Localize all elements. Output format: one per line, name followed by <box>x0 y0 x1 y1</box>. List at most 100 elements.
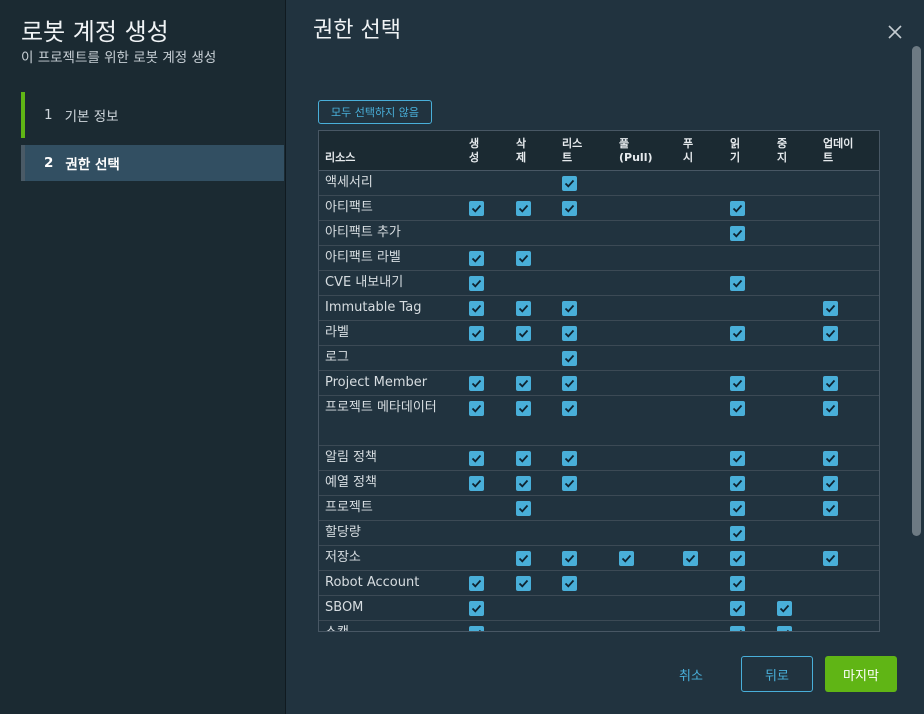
step-label: 기본 정보 <box>64 109 119 125</box>
permission-checkbox-delete[interactable] <box>516 201 531 216</box>
permission-checkbox-list[interactable] <box>562 201 577 216</box>
permission-checkbox-update[interactable] <box>823 301 838 316</box>
checkmark-icon <box>471 379 482 388</box>
permission-checkbox-create[interactable] <box>469 326 484 341</box>
permission-checkbox-delete[interactable] <box>516 326 531 341</box>
permissions-grid: 리소스 생 성 삭 제 리스 트 풀 (Pull) 푸 시 읽 기 중 지 업데이 트 액세서… <box>318 130 880 632</box>
permission-checkbox-list[interactable] <box>562 326 577 341</box>
cancel-button[interactable]: 취소 <box>660 656 722 692</box>
permission-checkbox-list[interactable] <box>562 451 577 466</box>
permission-checkbox-delete[interactable] <box>516 376 531 391</box>
deselect-all-button[interactable]: 모두 선택하지 않음 <box>318 100 432 124</box>
permission-checkbox-read[interactable] <box>730 276 745 291</box>
permission-checkbox-delete[interactable] <box>516 576 531 591</box>
table-row: 라벨 <box>319 321 879 346</box>
step-select-permissions[interactable]: 2 권한 선택 <box>21 145 284 181</box>
resource-name: 프로젝트 메타데이터 <box>325 400 437 415</box>
permission-checkbox-update[interactable] <box>823 376 838 391</box>
resource-name: Robot Account <box>325 575 420 590</box>
column-header-list: 리스 트 <box>562 137 583 164</box>
permission-checkbox-create[interactable] <box>469 601 484 616</box>
permission-checkbox-update[interactable] <box>823 326 838 341</box>
step-indicator <box>21 145 25 181</box>
permission-checkbox-delete[interactable] <box>516 301 531 316</box>
permission-checkbox-stop[interactable] <box>777 626 792 631</box>
permission-checkbox-delete[interactable] <box>516 401 531 416</box>
permission-checkbox-list[interactable] <box>562 176 577 191</box>
permission-checkbox-read[interactable] <box>730 626 745 631</box>
permission-checkbox-create[interactable] <box>469 451 484 466</box>
table-row: 로그 <box>319 346 879 371</box>
permission-checkbox-read[interactable] <box>730 576 745 591</box>
permission-checkbox-list[interactable] <box>562 376 577 391</box>
permission-checkbox-list[interactable] <box>562 351 577 366</box>
table-row: 스캔 <box>319 621 879 631</box>
checkmark-icon <box>564 479 575 488</box>
checkmark-icon <box>825 479 836 488</box>
wizard-title: 로봇 계정 생성 <box>21 18 169 46</box>
back-button[interactable]: 뒤로 <box>741 656 813 692</box>
step-basic-info[interactable]: 1 기본 정보 <box>21 92 284 138</box>
close-button[interactable] <box>884 21 906 43</box>
permission-checkbox-read[interactable] <box>730 326 745 341</box>
resource-name: 알림 정책 <box>325 450 377 465</box>
permission-checkbox-list[interactable] <box>562 476 577 491</box>
checkmark-icon <box>825 504 836 513</box>
resource-name: 아티팩트 라벨 <box>325 250 401 265</box>
permission-checkbox-read[interactable] <box>730 376 745 391</box>
permission-checkbox-delete[interactable] <box>516 451 531 466</box>
permission-checkbox-update[interactable] <box>823 476 838 491</box>
resource-name: Immutable Tag <box>325 300 422 315</box>
permission-checkbox-create[interactable] <box>469 576 484 591</box>
permission-checkbox-read[interactable] <box>730 476 745 491</box>
finish-button[interactable]: 마지막 <box>825 656 897 692</box>
checkmark-icon <box>471 579 482 588</box>
permission-checkbox-push[interactable] <box>683 551 698 566</box>
column-header-pull: 풀 (Pull) <box>619 137 653 164</box>
permission-checkbox-update[interactable] <box>823 401 838 416</box>
checkmark-icon <box>518 379 529 388</box>
step-number: 1 <box>44 107 53 123</box>
permission-checkbox-list[interactable] <box>562 401 577 416</box>
permission-checkbox-list[interactable] <box>562 301 577 316</box>
permission-checkbox-pull[interactable] <box>619 551 634 566</box>
checkmark-icon <box>471 204 482 213</box>
permission-checkbox-read[interactable] <box>730 401 745 416</box>
table-row: Robot Account <box>319 571 879 596</box>
permission-checkbox-read[interactable] <box>730 551 745 566</box>
permission-checkbox-create[interactable] <box>469 301 484 316</box>
permission-checkbox-stop[interactable] <box>777 601 792 616</box>
scrollbar[interactable] <box>912 46 921 536</box>
permission-checkbox-list[interactable] <box>562 576 577 591</box>
column-header-create: 생 성 <box>469 137 480 164</box>
permission-checkbox-read[interactable] <box>730 226 745 241</box>
permission-checkbox-create[interactable] <box>469 626 484 631</box>
permission-checkbox-create[interactable] <box>469 376 484 391</box>
permission-checkbox-create[interactable] <box>469 276 484 291</box>
permission-checkbox-update[interactable] <box>823 501 838 516</box>
permission-checkbox-read[interactable] <box>730 501 745 516</box>
permission-checkbox-read[interactable] <box>730 526 745 541</box>
checkmark-icon <box>786 629 790 631</box>
permission-checkbox-delete[interactable] <box>516 476 531 491</box>
permission-checkbox-delete[interactable] <box>516 551 531 566</box>
table-row: 아티팩트 라벨 <box>319 246 879 271</box>
permission-checkbox-create[interactable] <box>469 476 484 491</box>
permission-checkbox-read[interactable] <box>730 601 745 616</box>
permission-checkbox-create[interactable] <box>469 401 484 416</box>
permission-checkbox-update[interactable] <box>823 451 838 466</box>
permission-checkbox-delete[interactable] <box>516 501 531 516</box>
permission-checkbox-create[interactable] <box>469 251 484 266</box>
checkmark-icon <box>471 479 482 488</box>
resource-name: 액세서리 <box>325 175 373 190</box>
table-row: 액세서리 <box>319 171 879 196</box>
permission-checkbox-create[interactable] <box>469 201 484 216</box>
permission-checkbox-list[interactable] <box>562 551 577 566</box>
table-row: 알림 정책 <box>319 446 879 471</box>
permission-checkbox-read[interactable] <box>730 451 745 466</box>
checkmark-icon <box>739 629 743 631</box>
permission-checkbox-delete[interactable] <box>516 251 531 266</box>
checkmark-icon <box>564 404 575 413</box>
permission-checkbox-read[interactable] <box>730 201 745 216</box>
permission-checkbox-update[interactable] <box>823 551 838 566</box>
